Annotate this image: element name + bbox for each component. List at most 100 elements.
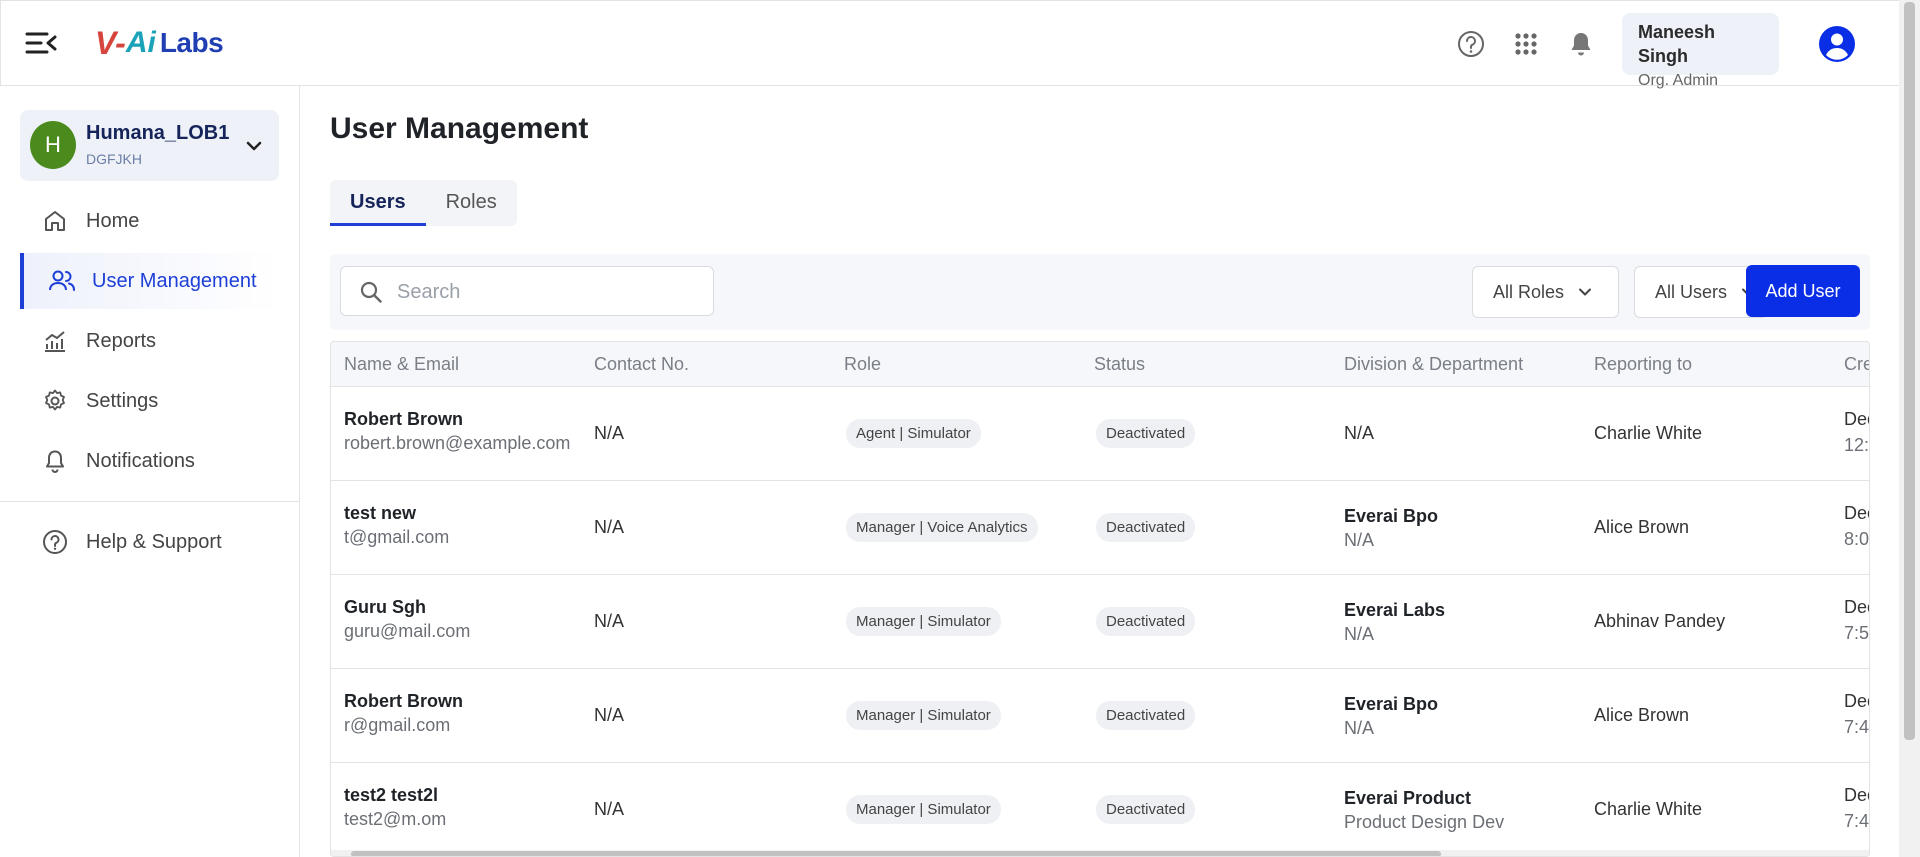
user-email: test2@m.om [344,809,447,829]
table-row[interactable]: Guru Sgh guru@mail.com N/A Manager | Simula… [331,575,1870,669]
roles-filter-value: All Roles [1493,281,1565,302]
sidebar-item-label: Notifications [86,449,195,472]
user-email: t@gmail.com [344,527,450,547]
gear-icon [42,388,68,414]
sidebar-item-reports[interactable]: Reports [20,313,280,369]
table-row[interactable]: Robert Brown r@gmail.com N/A Manager | Simu… [331,669,1870,763]
role-badge[interactable]: Manager | Simulator [846,795,1001,824]
contact-number: N/A [594,517,625,537]
user-profile-card[interactable]: Maneesh Singh Org. Admin [1622,13,1779,89]
reporting-to: Alice Brown [1594,705,1690,725]
org-code: DGFJKH [86,151,142,167]
sidebar-item-user-management[interactable]: User Management [20,253,280,309]
logo-labs: Labs [159,27,224,58]
sidebar-item-label: User Management [92,269,257,292]
table-row[interactable]: test new t@gmail.com N/A Manager | Voice An… [331,481,1869,575]
role-badge[interactable]: Manager | Voice Analytics [846,513,1038,542]
division-name: Everai Labs [1344,600,1446,620]
bell-icon[interactable] [1567,30,1595,58]
users-icon [48,268,75,294]
sidebar-item-label: Home [86,209,140,232]
column-header[interactable]: Reporting to [1594,354,1692,375]
org-avatar: H [30,121,76,169]
column-header[interactable]: Status [1094,354,1145,375]
vertical-scrollbar-thumb[interactable] [1904,2,1915,740]
division-name: Everai Bpo [1344,694,1439,714]
reports-chart-icon [42,328,68,354]
division-name: Everai Product [1344,788,1472,808]
department-name: N/A [1344,718,1375,738]
column-header[interactable]: Cre [1844,354,1869,375]
table-row[interactable]: test2 test2l test2@m.om N/A Manager | Simul… [331,763,1869,856]
sidebar-item-home[interactable]: Home [20,193,280,249]
search-icon [359,280,383,304]
user-name: Guru Sgh [344,597,426,617]
user-name: Robert Brown [344,691,463,711]
role-badge[interactable]: Manager | Simulator [846,607,1001,636]
contact-number: N/A [594,799,625,819]
created-date: Dec [1844,503,1869,523]
top-bar: V- Ai Labs Maneesh Singh Org. Admin [0,0,1899,89]
menu-collapse-icon[interactable] [25,29,57,57]
tabs: Users Roles [330,180,517,226]
reporting-to: Charlie White [1594,423,1703,443]
vertical-scrollbar[interactable] [1899,0,1920,857]
sidebar-item-help-support[interactable]: Help & Support [20,514,280,570]
add-user-button[interactable]: Add User [1746,265,1860,317]
department-name: N/A [1344,423,1375,443]
sidebar-item-label: Settings [86,389,159,412]
created-date: Dec [1844,597,1869,617]
status-badge: Deactivated [1096,701,1196,730]
sidebar-item-label: Reports [86,329,157,352]
tab-roles[interactable]: Roles [426,180,517,226]
table-row[interactable]: Robert Brown robert.brown@example.com N/A A… [331,387,1869,481]
division-name: Everai Bpo [1344,506,1439,526]
tab-users[interactable]: Users [330,180,426,226]
created-time: 7:4 [1844,717,1870,737]
user-email: r@gmail.com [344,715,451,735]
sidebar-item-notifications[interactable]: Notifications [20,433,280,489]
created-date: Dec [1844,691,1869,711]
logo-mark: V- [95,24,126,61]
help-icon [42,529,68,555]
users-table: Name & Email Contact No. Role Status Div… [330,341,1870,857]
help-icon[interactable] [1457,30,1485,58]
column-header[interactable]: Name & Email [344,354,459,375]
org-switcher[interactable]: H Humana_LOB1 DGFJKH [20,110,279,181]
search-box[interactable] [340,266,714,316]
sidebar: H Humana_LOB1 DGFJKH Home User Managemen… [0,86,300,857]
sidebar-item-settings[interactable]: Settings [20,373,280,429]
page-title: User Management [330,112,589,145]
role-badge[interactable]: Agent | Simulator [846,419,981,448]
reporting-to: Alice Brown [1594,517,1690,537]
user-avatar-icon[interactable] [1819,26,1855,62]
status-badge: Deactivated [1096,419,1196,448]
search-input[interactable] [397,277,697,307]
user-name: Robert Brown [344,409,463,429]
contact-number: N/A [594,705,625,725]
status-badge: Deactivated [1096,607,1196,636]
status-badge: Deactivated [1096,795,1196,824]
main-content: User Management Users Roles All Roles Al… [300,86,1899,857]
user-email: robert.brown@example.com [344,433,571,453]
app-logo[interactable]: V- Ai Labs [95,21,224,65]
chevron-down-icon [244,136,264,156]
column-header[interactable]: Role [844,354,881,375]
apps-grid-icon[interactable] [1512,30,1540,58]
org-name: Humana_LOB1 [86,122,230,144]
user-name: test2 test2l [344,785,439,805]
contact-number: N/A [594,423,625,443]
status-badge: Deactivated [1096,513,1196,542]
column-header[interactable]: Division & Department [1344,354,1523,375]
role-badge[interactable]: Manager | Simulator [846,701,1001,730]
roles-filter-dropdown[interactable]: All Roles [1472,266,1619,318]
table-header: Name & Email Contact No. Role Status Div… [331,342,1869,387]
sidebar-divider [0,501,299,502]
created-time: 7:5 [1844,623,1870,643]
horizontal-scrollbar-thumb[interactable] [351,851,1441,856]
created-date: Dec [1844,409,1869,429]
logo-ai: Ai [125,26,156,59]
table-toolbar: All Roles All Users Add User [330,254,1870,330]
column-header[interactable]: Contact No. [594,354,689,375]
horizontal-scrollbar[interactable] [331,850,1869,856]
